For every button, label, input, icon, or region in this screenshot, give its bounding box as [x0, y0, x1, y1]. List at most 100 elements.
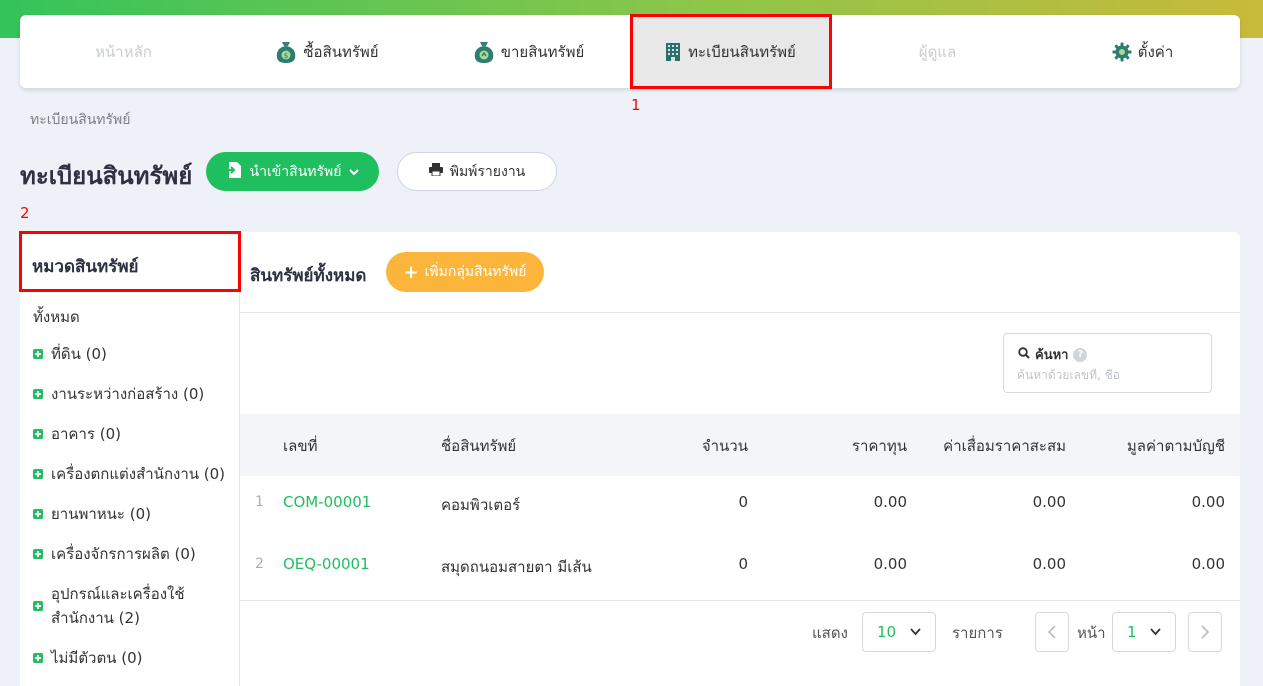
- category-item-label: ที่ดิน (0): [51, 345, 107, 363]
- category-item-label: งานระหว่างก่อสร้าง (0): [51, 385, 205, 403]
- row-index: 1: [255, 494, 264, 510]
- category-item[interactable]: งานระหว่างก่อสร้าง (0): [33, 382, 233, 406]
- money-bag-icon: $: [275, 40, 297, 64]
- asset-qty: 0: [738, 493, 748, 511]
- page-size-value: 10: [877, 623, 897, 641]
- add-asset-group-label: เพิ่มกลุ่มสินทรัพย์: [424, 264, 527, 280]
- category-item-label: อุปกรณ์และเครื่องใช้สำนักงาน (2): [51, 585, 185, 627]
- column-header-code[interactable]: เลขที่: [283, 434, 317, 458]
- page-number-value: 1: [1127, 623, 1137, 641]
- chevron-down-icon: [349, 164, 360, 180]
- nav-item-custodian[interactable]: ผู้ดูแล: [830, 15, 1045, 88]
- pager-page-label: หน้า: [1077, 624, 1106, 642]
- plus-icon: +: [403, 261, 419, 283]
- chevron-down-icon: [1150, 628, 1161, 636]
- nav-item-home[interactable]: หน้าหลัก: [20, 15, 227, 88]
- category-item[interactable]: ยานพาหนะ (0): [33, 502, 233, 526]
- category-item-label: ยานพาหนะ (0): [51, 505, 151, 523]
- plus-icon[interactable]: [33, 653, 43, 663]
- nav-item-asset-register-label: ทะเบียนสินทรัพย์: [688, 42, 796, 61]
- gear-icon: [1112, 42, 1132, 62]
- page-title: ทะเบียนสินทรัพย์: [20, 162, 193, 190]
- svg-text:$: $: [284, 52, 288, 60]
- nav-item-buy-asset-label: ซื้อสินทรัพย์: [303, 42, 379, 61]
- breadcrumb[interactable]: ทะเบียนสินทรัพย์: [30, 109, 131, 131]
- plus-icon[interactable]: [33, 349, 43, 359]
- pager-show-label: แสดง: [812, 624, 848, 642]
- money-bag-sell-icon: [473, 40, 495, 64]
- nav-item-sell-asset[interactable]: ขายสินทรัพย์: [427, 15, 630, 88]
- print-report-label: พิมพ์รายงาน: [449, 163, 526, 180]
- asset-qty: 0: [738, 555, 748, 573]
- asset-depreciation: 0.00: [1032, 493, 1066, 511]
- annotation-number-1: 1: [631, 96, 641, 114]
- asset-book-value: 0.00: [1191, 493, 1225, 511]
- pager-items-label: รายการ: [952, 624, 1003, 642]
- file-import-icon: [226, 161, 242, 183]
- category-item[interactable]: ไม่มีตัวตน (0): [33, 646, 233, 670]
- chevron-down-icon: [910, 628, 921, 636]
- asset-category-sidebar: หมวดสินทรัพย์ ทั้งหมด ที่ดิน (0) งานระหว…: [20, 232, 240, 686]
- nav-item-settings-label: ตั้งค่า: [1137, 42, 1174, 61]
- prev-page-button[interactable]: [1035, 612, 1069, 652]
- nav-item-sell-asset-label: ขายสินทรัพย์: [500, 42, 585, 61]
- chevron-right-icon: [1201, 625, 1209, 639]
- search-box[interactable]: ค้นหา ?: [1003, 333, 1212, 393]
- building-icon: [664, 42, 682, 62]
- column-header-cost[interactable]: ราคาทุน: [852, 434, 907, 458]
- column-header-book-value[interactable]: มูลค่าตามบัญชี: [1127, 434, 1225, 458]
- category-item-label: เครื่องจักรการผลิต (0): [51, 545, 196, 563]
- category-item[interactable]: อาคาร (0): [33, 422, 233, 446]
- column-header-qty[interactable]: จำนวน: [702, 434, 748, 458]
- content-title: สินทรัพย์ทั้งหมด: [250, 266, 367, 286]
- add-asset-group-button[interactable]: + เพิ่มกลุ่มสินทรัพย์: [386, 252, 544, 292]
- search-label: ค้นหา ?: [1018, 344, 1088, 365]
- import-asset-label: นำเข้าสินทรัพย์: [249, 163, 342, 180]
- asset-code-link[interactable]: COM-00001: [283, 493, 371, 511]
- column-header-depreciation[interactable]: ค่าเสื่อมราคาสะสม: [943, 434, 1066, 458]
- category-item[interactable]: ที่ดิน (0): [33, 342, 233, 366]
- row-index: 2: [255, 556, 264, 572]
- import-asset-button[interactable]: นำเข้าสินทรัพย์: [206, 152, 379, 191]
- asset-book-value: 0.00: [1191, 555, 1225, 573]
- plus-icon[interactable]: [33, 601, 43, 611]
- plus-icon[interactable]: [33, 549, 43, 559]
- asset-code-link[interactable]: OEQ-00001: [283, 555, 370, 573]
- asset-depreciation: 0.00: [1032, 555, 1066, 573]
- sidebar-title: หมวดสินทรัพย์: [32, 257, 139, 277]
- print-report-button[interactable]: พิมพ์รายงาน: [397, 152, 557, 191]
- nav-item-custodian-label: ผู้ดูแล: [918, 42, 957, 61]
- category-item-label: ไม่มีตัวตน (0): [51, 649, 143, 667]
- plus-icon[interactable]: [33, 509, 43, 519]
- nav-item-settings[interactable]: ตั้งค่า: [1045, 15, 1240, 88]
- category-item-label: อาคาร (0): [51, 425, 121, 443]
- column-header-name[interactable]: ชื่อสินทรัพย์: [441, 434, 516, 458]
- plus-icon[interactable]: [33, 429, 43, 439]
- category-all[interactable]: ทั้งหมด: [33, 305, 80, 329]
- category-item[interactable]: อุปกรณ์และเครื่องใช้สำนักงาน (2): [33, 582, 203, 630]
- category-item-label: เครื่องตกแต่งสำนักงาน (0): [51, 465, 226, 483]
- asset-cost: 0.00: [873, 555, 907, 573]
- category-item[interactable]: เครื่องตกแต่งสำนักงาน (0): [33, 462, 233, 486]
- next-page-button[interactable]: [1188, 612, 1222, 652]
- search-input[interactable]: [1017, 368, 1202, 382]
- asset-cost: 0.00: [873, 493, 907, 511]
- chevron-left-icon: [1048, 625, 1056, 639]
- page-size-select[interactable]: 10: [862, 612, 936, 652]
- asset-name: คอมพิวเตอร์: [441, 496, 521, 514]
- main-nav: หน้าหลัก $ ซื้อสินทรัพย์ ขายสินทรัพย์ ทะ…: [20, 15, 1240, 88]
- nav-item-asset-register[interactable]: ทะเบียนสินทรัพย์: [630, 15, 830, 88]
- page-number-select[interactable]: 1: [1112, 612, 1176, 652]
- search-icon: [1018, 346, 1030, 363]
- divider: [240, 312, 1240, 313]
- printer-icon: [428, 163, 443, 180]
- divider: [240, 600, 1240, 601]
- annotation-number-2: 2: [20, 204, 30, 222]
- plus-icon[interactable]: [33, 389, 43, 399]
- asset-name: สมุดถนอมสายตา มีเส้น: [441, 558, 592, 576]
- plus-icon[interactable]: [33, 469, 43, 479]
- search-label-text: ค้นหา: [1035, 348, 1069, 363]
- nav-item-buy-asset[interactable]: $ ซื้อสินทรัพย์: [227, 15, 427, 88]
- category-item[interactable]: เครื่องจักรการผลิต (0): [33, 542, 233, 566]
- help-icon[interactable]: ?: [1073, 347, 1088, 362]
